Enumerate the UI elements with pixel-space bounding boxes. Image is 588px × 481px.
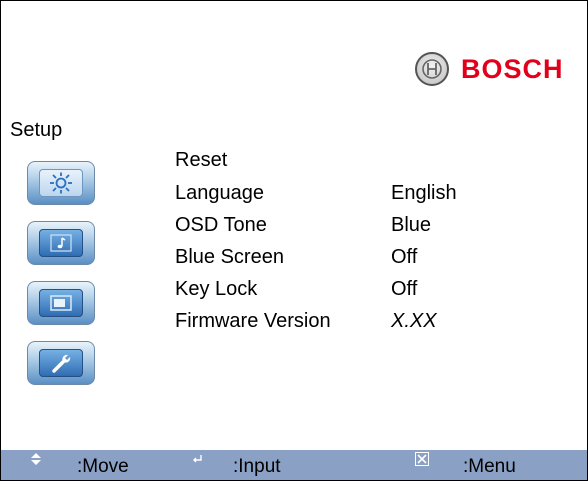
menu-item-label: Language bbox=[175, 182, 264, 204]
osd-window: BOSCH Setup Reset Language English OSD T… bbox=[0, 0, 588, 481]
hint-menu-label: :Menu bbox=[463, 456, 516, 477]
key-hint-bar: :Move :Input :Menu bbox=[1, 450, 587, 480]
menu-item-value: Off bbox=[391, 278, 418, 300]
menu-item-label: Firmware Version bbox=[175, 310, 331, 332]
hint-move-label: :Move bbox=[77, 456, 129, 477]
menu-item-value: English bbox=[391, 182, 457, 204]
enter-icon bbox=[191, 452, 203, 468]
hint-input-label: :Input bbox=[233, 456, 281, 477]
settings-menu: Reset Language English OSD Tone Blue Blu… bbox=[1, 1, 588, 401]
close-x-icon bbox=[415, 452, 429, 469]
menu-item-value: Off bbox=[391, 246, 418, 268]
up-down-arrows-icon bbox=[30, 452, 42, 469]
menu-item-label: Reset bbox=[175, 149, 228, 171]
menu-item-value: X.XX bbox=[391, 310, 437, 332]
menu-item-label: Blue Screen bbox=[175, 246, 284, 268]
menu-item-value: Blue bbox=[391, 214, 432, 236]
menu-item-label: Key Lock bbox=[175, 278, 258, 300]
menu-item-label: OSD Tone bbox=[175, 214, 267, 236]
